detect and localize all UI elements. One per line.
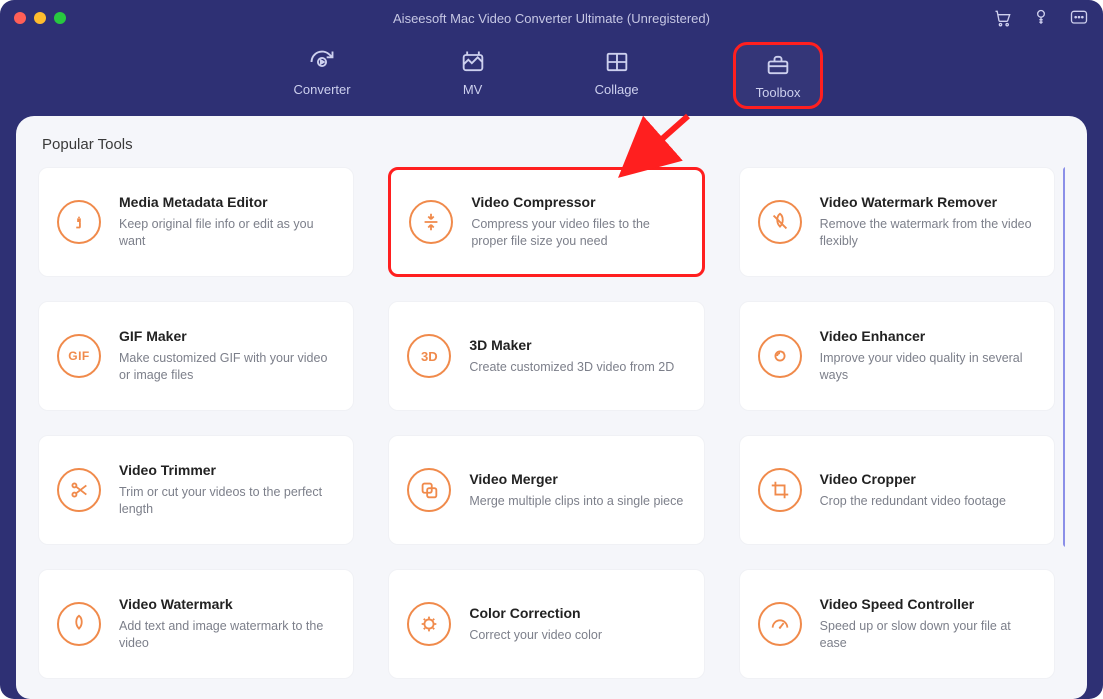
toolbox-icon <box>764 51 792 79</box>
key-icon[interactable] <box>1031 8 1051 28</box>
tools-grid-wrap: Media Metadata Editor Keep original file… <box>38 167 1065 692</box>
tool-title: Video Cropper <box>820 471 1036 487</box>
tool-desc: Trim or cut your videos to the perfect l… <box>119 484 335 518</box>
remove-watermark-icon <box>758 200 802 244</box>
main-tabs: Converter MV Collage Toolbox <box>0 42 1103 109</box>
tool-title: Video Speed Controller <box>820 596 1036 612</box>
scrollbar[interactable] <box>1063 167 1065 547</box>
tool-video-speed-controller[interactable]: Video Speed Controller Speed up or slow … <box>739 569 1055 679</box>
tool-3d-maker[interactable]: 3D 3D Maker Create customized 3D video f… <box>388 301 704 411</box>
tool-video-watermark-remover[interactable]: Video Watermark Remover Remove the water… <box>739 167 1055 277</box>
watermark-icon <box>57 602 101 646</box>
speed-icon <box>758 602 802 646</box>
window-controls <box>14 12 66 24</box>
converter-icon <box>308 48 336 76</box>
tool-desc: Remove the watermark from the video flex… <box>820 216 1036 250</box>
tool-desc: Improve your video quality in several wa… <box>820 350 1036 384</box>
tool-desc: Correct your video color <box>469 627 685 644</box>
tool-title: Media Metadata Editor <box>119 194 335 210</box>
close-window-button[interactable] <box>14 12 26 24</box>
tool-video-enhancer[interactable]: Video Enhancer Improve your video qualit… <box>739 301 1055 411</box>
cart-icon[interactable] <box>993 8 1013 28</box>
enhancer-icon <box>758 334 802 378</box>
tool-desc: Add text and image watermark to the vide… <box>119 618 335 652</box>
maximize-window-button[interactable] <box>54 12 66 24</box>
tool-title: Color Correction <box>469 605 685 621</box>
tool-title: Video Enhancer <box>820 328 1036 344</box>
tool-title: Video Watermark Remover <box>820 194 1036 210</box>
tool-desc: Make customized GIF with your video or i… <box>119 350 335 384</box>
tab-label: Toolbox <box>756 85 801 100</box>
tab-label: MV <box>463 82 483 97</box>
tool-title: Video Watermark <box>119 596 335 612</box>
tool-title: Video Merger <box>469 471 685 487</box>
feedback-icon[interactable] <box>1069 8 1089 28</box>
tool-desc: Compress your video files to the proper … <box>471 216 683 250</box>
crop-icon <box>758 468 802 512</box>
tool-desc: Create customized 3D video from 2D <box>469 359 685 376</box>
tool-color-correction[interactable]: Color Correction Correct your video colo… <box>388 569 704 679</box>
tab-converter[interactable]: Converter <box>280 42 365 109</box>
tools-grid: Media Metadata Editor Keep original file… <box>38 167 1065 679</box>
tab-toolbox[interactable]: Toolbox <box>733 42 824 109</box>
merger-icon <box>407 468 451 512</box>
app-window: Aiseesoft Mac Video Converter Ultimate (… <box>0 0 1103 699</box>
compress-icon <box>409 200 453 244</box>
mv-icon <box>459 48 487 76</box>
content-panel: Popular Tools Media Metadata Editor Keep… <box>16 116 1087 699</box>
tool-desc: Keep original file info or edit as you w… <box>119 216 335 250</box>
tool-video-compressor[interactable]: Video Compressor Compress your video fil… <box>388 167 704 277</box>
tool-desc: Merge multiple clips into a single piece <box>469 493 685 510</box>
tool-title: Video Trimmer <box>119 462 335 478</box>
header-actions <box>993 8 1089 28</box>
tool-video-cropper[interactable]: Video Cropper Crop the redundant video f… <box>739 435 1055 545</box>
tool-title: 3D Maker <box>469 337 685 353</box>
tool-media-metadata-editor[interactable]: Media Metadata Editor Keep original file… <box>38 167 354 277</box>
window-title: Aiseesoft Mac Video Converter Ultimate (… <box>0 11 1103 26</box>
tool-video-trimmer[interactable]: Video Trimmer Trim or cut your videos to… <box>38 435 354 545</box>
gif-icon: GIF <box>57 334 101 378</box>
three-d-icon: 3D <box>407 334 451 378</box>
info-icon <box>57 200 101 244</box>
section-title: Popular Tools <box>42 136 1065 153</box>
tool-title: Video Compressor <box>471 194 683 210</box>
titlebar: Aiseesoft Mac Video Converter Ultimate (… <box>0 0 1103 36</box>
tool-gif-maker[interactable]: GIF GIF Maker Make customized GIF with y… <box>38 301 354 411</box>
tab-collage[interactable]: Collage <box>581 42 653 109</box>
tool-video-merger[interactable]: Video Merger Merge multiple clips into a… <box>388 435 704 545</box>
tool-desc: Speed up or slow down your file at ease <box>820 618 1036 652</box>
scissors-icon <box>57 468 101 512</box>
tool-video-watermark[interactable]: Video Watermark Add text and image water… <box>38 569 354 679</box>
minimize-window-button[interactable] <box>34 12 46 24</box>
tool-title: GIF Maker <box>119 328 335 344</box>
tool-desc: Crop the redundant video footage <box>820 493 1036 510</box>
collage-icon <box>603 48 631 76</box>
tab-mv[interactable]: MV <box>445 42 501 109</box>
tab-label: Converter <box>294 82 351 97</box>
color-icon <box>407 602 451 646</box>
tab-label: Collage <box>595 82 639 97</box>
